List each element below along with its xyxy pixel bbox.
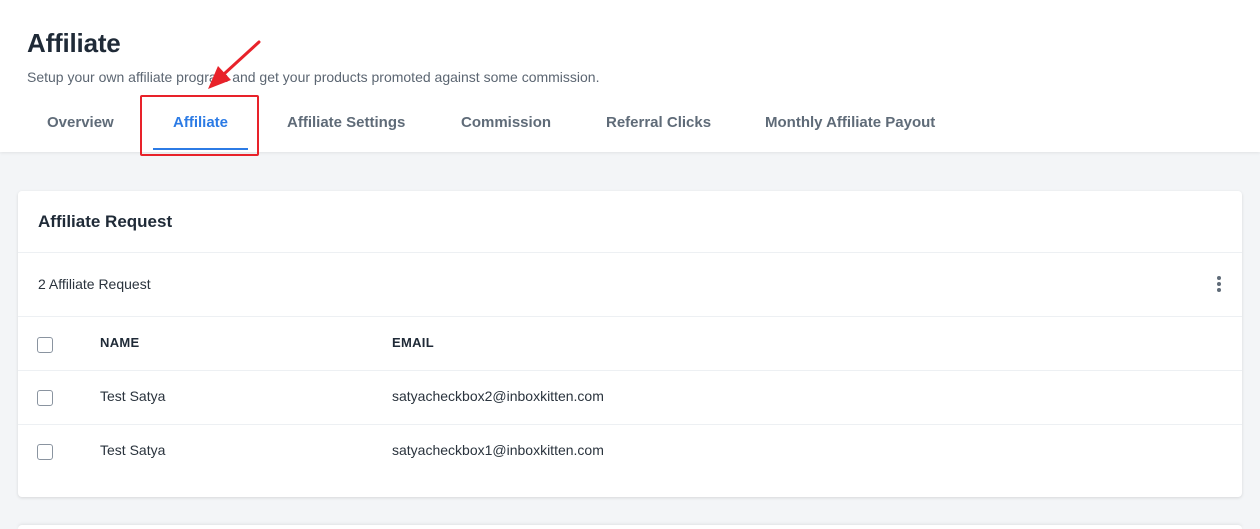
column-header-name: NAME bbox=[100, 335, 140, 350]
page-subtitle: Setup your own affiliate program and get… bbox=[27, 69, 600, 85]
affiliate-request-card: Affiliate Request 2 Affiliate Request NA… bbox=[18, 191, 1242, 497]
tab-referral-clicks[interactable]: Referral Clicks bbox=[606, 100, 711, 152]
row-checkbox[interactable] bbox=[37, 444, 53, 460]
row-name: Test Satya bbox=[100, 388, 166, 404]
page-header: Affiliate Setup your own affiliate progr… bbox=[0, 0, 1260, 152]
tab-monthly-affiliate-payout[interactable]: Monthly Affiliate Payout bbox=[765, 100, 935, 152]
tab-overview[interactable]: Overview bbox=[47, 100, 114, 152]
select-all-checkbox[interactable] bbox=[37, 337, 53, 353]
request-count: 2 Affiliate Request bbox=[38, 276, 151, 292]
tab-affiliate-settings[interactable]: Affiliate Settings bbox=[287, 100, 405, 152]
tab-commission[interactable]: Commission bbox=[461, 100, 551, 152]
row-email: satyacheckbox2@inboxkitten.com bbox=[392, 388, 604, 404]
divider bbox=[18, 252, 1242, 253]
more-options-icon[interactable] bbox=[1212, 276, 1226, 294]
row-name: Test Satya bbox=[100, 442, 166, 458]
divider bbox=[18, 370, 1242, 371]
divider bbox=[18, 424, 1242, 425]
tab-bar: Overview Affiliate Affiliate Settings Co… bbox=[0, 100, 1260, 152]
next-card-edge bbox=[18, 525, 1242, 529]
row-checkbox[interactable] bbox=[37, 390, 53, 406]
card-title: Affiliate Request bbox=[38, 212, 173, 231]
column-header-email: EMAIL bbox=[392, 335, 434, 350]
tab-affiliate[interactable]: Affiliate bbox=[173, 100, 228, 152]
active-tab-indicator bbox=[153, 148, 248, 150]
page-title: Affiliate bbox=[27, 28, 121, 58]
divider bbox=[18, 316, 1242, 317]
row-email: satyacheckbox1@inboxkitten.com bbox=[392, 442, 604, 458]
